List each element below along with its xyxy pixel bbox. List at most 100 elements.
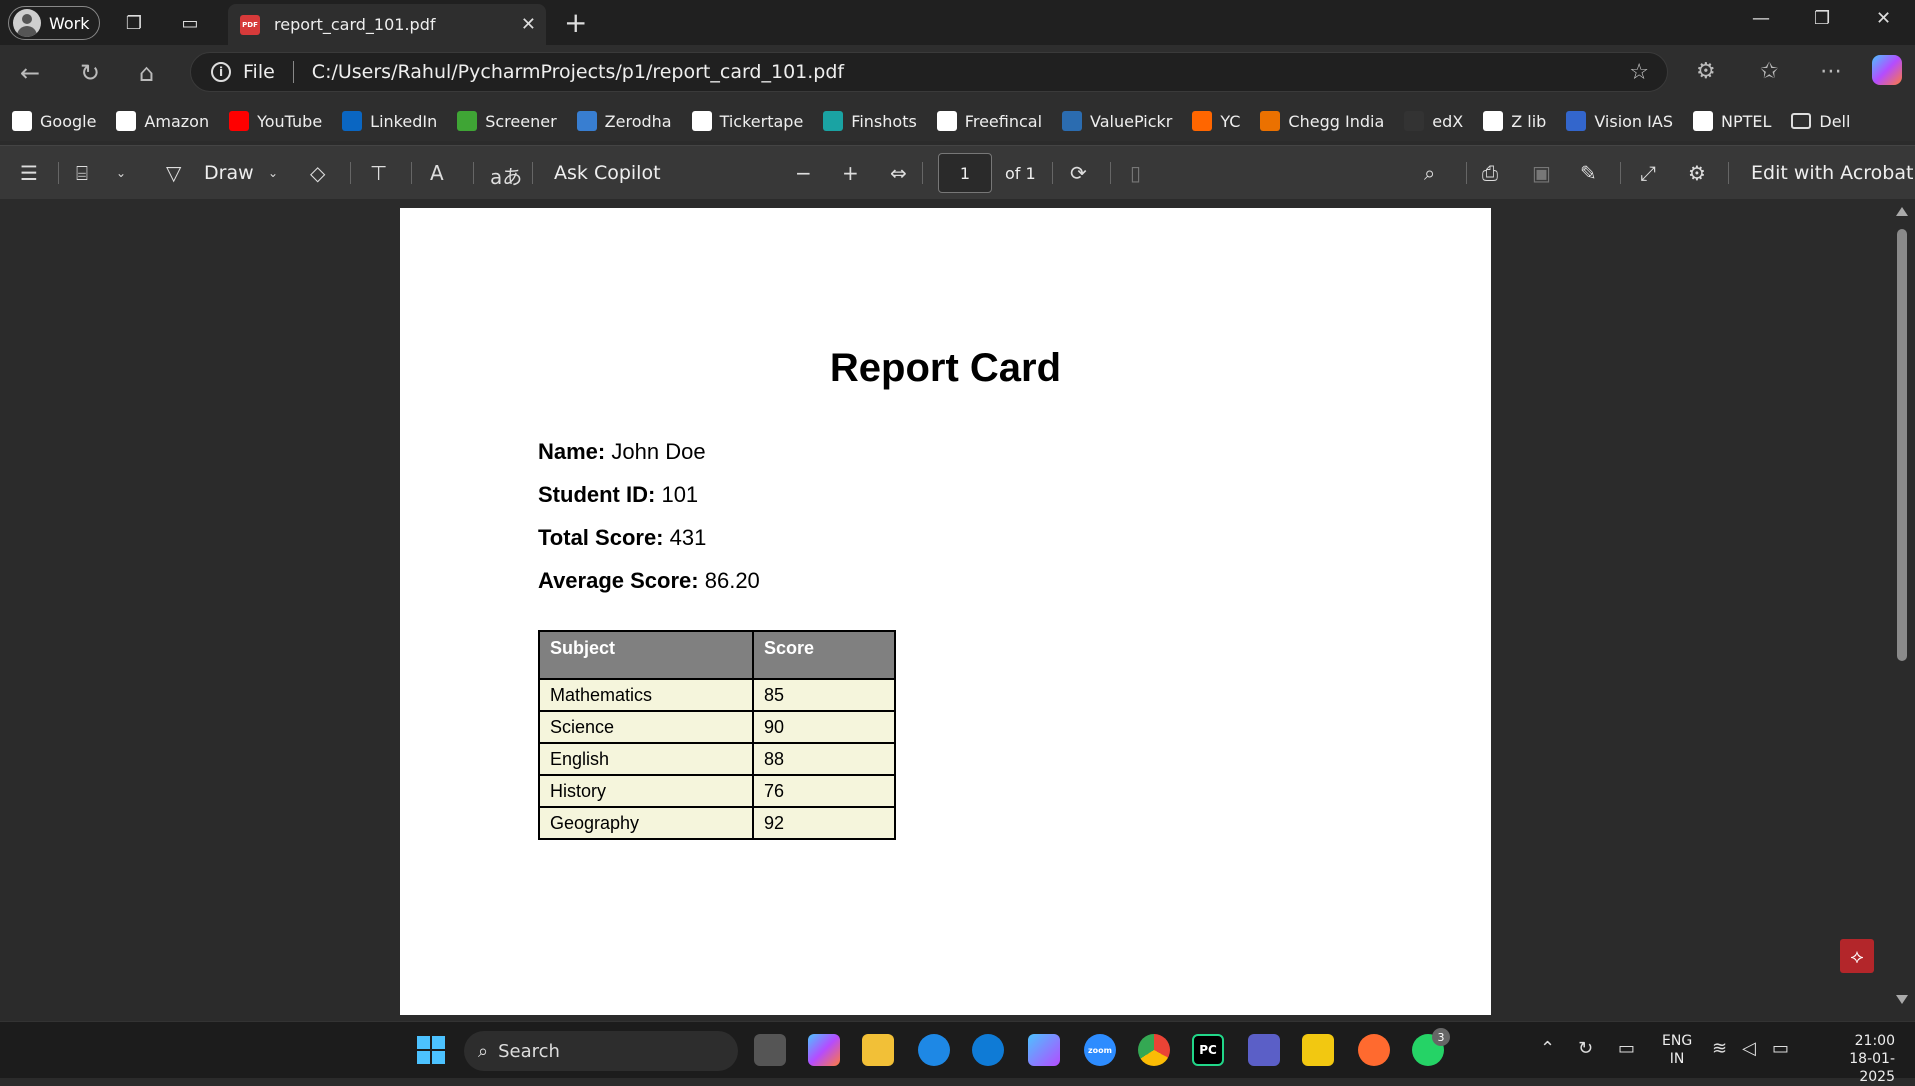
bookmark-valuepickr[interactable]: ValuePickr <box>1062 111 1172 131</box>
bookmark-linkedin[interactable]: LinkedIn <box>342 111 437 131</box>
fullscreen-icon[interactable]: ⤢ <box>1640 161 1656 185</box>
scroll-up-icon[interactable] <box>1896 207 1908 216</box>
bookmark-google[interactable]: Google <box>12 111 96 131</box>
save-icon[interactable]: ▣ <box>1532 161 1551 185</box>
task-view-icon[interactable] <box>754 1034 786 1066</box>
minimize-icon[interactable]: — <box>1752 8 1770 29</box>
bookmark-edx[interactable]: edX <box>1404 111 1463 131</box>
scroll-down-icon[interactable] <box>1896 995 1908 1004</box>
scrollbar-thumb[interactable] <box>1897 229 1907 661</box>
sync-icon[interactable]: ↻ <box>1578 1038 1593 1059</box>
bookmark-tickertape[interactable]: Tickertape <box>691 111 803 131</box>
favorite-star-icon[interactable]: ☆ <box>1629 60 1649 85</box>
pdf-viewer[interactable]: Report Card Name: John Doe Student ID: 1… <box>0 199 1915 1021</box>
amazon-icon <box>116 111 137 131</box>
bookmark-yc[interactable]: YC <box>1192 111 1240 131</box>
zoom-out-icon[interactable]: − <box>795 161 812 185</box>
eraser-icon[interactable]: ◇ <box>310 161 325 185</box>
rotate-icon[interactable]: ⟳ <box>1070 161 1087 185</box>
bookmark-chegg-india[interactable]: Chegg India <box>1260 111 1384 131</box>
page-view-icon[interactable]: ▯ <box>1130 161 1141 185</box>
display-icon[interactable]: ▭ <box>1618 1038 1635 1059</box>
yc-icon <box>1192 111 1213 131</box>
volume-icon[interactable]: ◁ <box>1742 1038 1756 1059</box>
pdf-icon: PDF <box>240 14 260 35</box>
bookmark-label: Finshots <box>851 111 917 131</box>
home-icon[interactable]: ⌂ <box>139 59 154 87</box>
bookmark-z-lib[interactable]: Z lib <box>1483 111 1546 131</box>
scrollbar[interactable] <box>1890 199 1915 1021</box>
page-number-input[interactable]: 1 <box>938 153 992 193</box>
edge-icon[interactable] <box>972 1034 1004 1066</box>
bookmark-nptel[interactable]: NPTEL <box>1692 111 1771 131</box>
file-explorer-icon[interactable] <box>862 1034 894 1066</box>
tab-report-card[interactable]: PDF report_card_101.pdf ✕ <box>228 4 546 45</box>
refresh-icon[interactable]: ↻ <box>80 59 100 87</box>
score-cell: 90 <box>752 710 896 744</box>
field-value: 101 <box>661 482 699 507</box>
ask-copilot-button[interactable]: Ask Copilot <box>554 162 661 184</box>
bookmark-finshots[interactable]: Finshots <box>823 111 917 131</box>
read-aloud-icon[interactable]: A <box>430 161 444 185</box>
fit-width-icon[interactable]: ⇔ <box>890 161 907 185</box>
extensions-icon[interactable]: ⚙ <box>1696 59 1716 84</box>
text-box-icon[interactable]: ⊤ <box>370 161 387 185</box>
table-row: History 76 <box>538 774 896 808</box>
power-bi-icon[interactable] <box>1302 1034 1334 1066</box>
new-tab-icon[interactable]: + <box>564 6 587 39</box>
draw-button[interactable]: Draw <box>204 162 254 184</box>
contents-icon[interactable]: ☰ <box>20 161 38 185</box>
bookmark-freefincal[interactable]: Freefincal <box>936 111 1042 131</box>
settings-gear-icon[interactable]: ⚙ <box>1688 161 1706 185</box>
edit-with-acrobat-button[interactable]: Edit with Acrobat <box>1751 162 1913 184</box>
m365-icon[interactable] <box>1028 1034 1060 1066</box>
windows-start-icon[interactable] <box>417 1036 445 1064</box>
draw-icon[interactable]: ▽ <box>166 161 181 185</box>
postman-icon[interactable] <box>1358 1034 1390 1066</box>
chegg-icon <box>1260 111 1281 131</box>
zoom-in-icon[interactable]: + <box>842 161 859 185</box>
save-as-icon[interactable]: ✎ <box>1580 161 1597 185</box>
profile-button[interactable]: Work <box>8 6 100 40</box>
screener-icon <box>457 111 478 131</box>
copilot-app-icon[interactable] <box>808 1034 840 1066</box>
copilot-icon[interactable] <box>1872 55 1902 85</box>
bookmark-youtube[interactable]: YouTube <box>229 111 322 131</box>
info-icon[interactable]: i <box>211 62 231 82</box>
safari-icon[interactable] <box>918 1034 950 1066</box>
back-icon[interactable]: ← <box>20 59 40 87</box>
restore-icon[interactable]: ❐ <box>1814 8 1830 29</box>
taskbar-search-input[interactable]: ⌕ Search <box>464 1031 738 1071</box>
url-input[interactable]: i File C:/Users/Rahul/PycharmProjects/p1… <box>190 52 1668 92</box>
bookmark-screener[interactable]: Screener <box>457 111 557 131</box>
close-window-icon[interactable]: ✕ <box>1876 8 1891 29</box>
chevron-down-icon[interactable]: ⌄ <box>116 166 126 180</box>
bookmark-dell[interactable]: Dell <box>1791 112 1850 131</box>
favorites-icon[interactable]: ✩ <box>1760 59 1778 84</box>
chrome-icon[interactable] <box>1138 1034 1170 1066</box>
wifi-icon[interactable]: ≋ <box>1712 1038 1727 1059</box>
subject-cell: English <box>538 742 754 776</box>
bookmark-amazon[interactable]: Amazon <box>116 111 209 131</box>
close-tab-icon[interactable]: ✕ <box>521 14 536 35</box>
pycharm-icon[interactable]: PC <box>1192 1034 1224 1066</box>
print-icon[interactable]: ⎙ <box>1482 161 1498 185</box>
bookmark-vision-ias[interactable]: Vision IAS <box>1566 111 1673 131</box>
chevron-down-icon[interactable]: ⌄ <box>268 166 278 180</box>
bookmark-zerodha[interactable]: Zerodha <box>576 111 672 131</box>
field-label: Total Score: <box>538 525 664 550</box>
search-icon[interactable]: ⌕ <box>1424 161 1435 185</box>
teams-icon[interactable] <box>1248 1034 1280 1066</box>
subject-cell: Science <box>538 710 754 744</box>
highlight-icon[interactable]: ⌸ <box>76 161 88 185</box>
more-icon[interactable]: ⋯ <box>1820 59 1842 84</box>
language-indicator[interactable]: ENG IN <box>1662 1032 1692 1068</box>
chevron-up-icon[interactable]: ⌃ <box>1540 1038 1555 1059</box>
zoom-icon[interactable]: zoom <box>1084 1034 1116 1066</box>
workspaces-icon[interactable]: ❐ <box>122 11 146 35</box>
acrobat-icon[interactable]: ⟡ <box>1840 939 1874 973</box>
tab-actions-icon[interactable]: ▭ <box>178 11 202 35</box>
translate-icon[interactable]: aあ <box>490 161 522 190</box>
battery-icon[interactable]: ▭ <box>1772 1038 1789 1059</box>
divider <box>292 61 294 83</box>
